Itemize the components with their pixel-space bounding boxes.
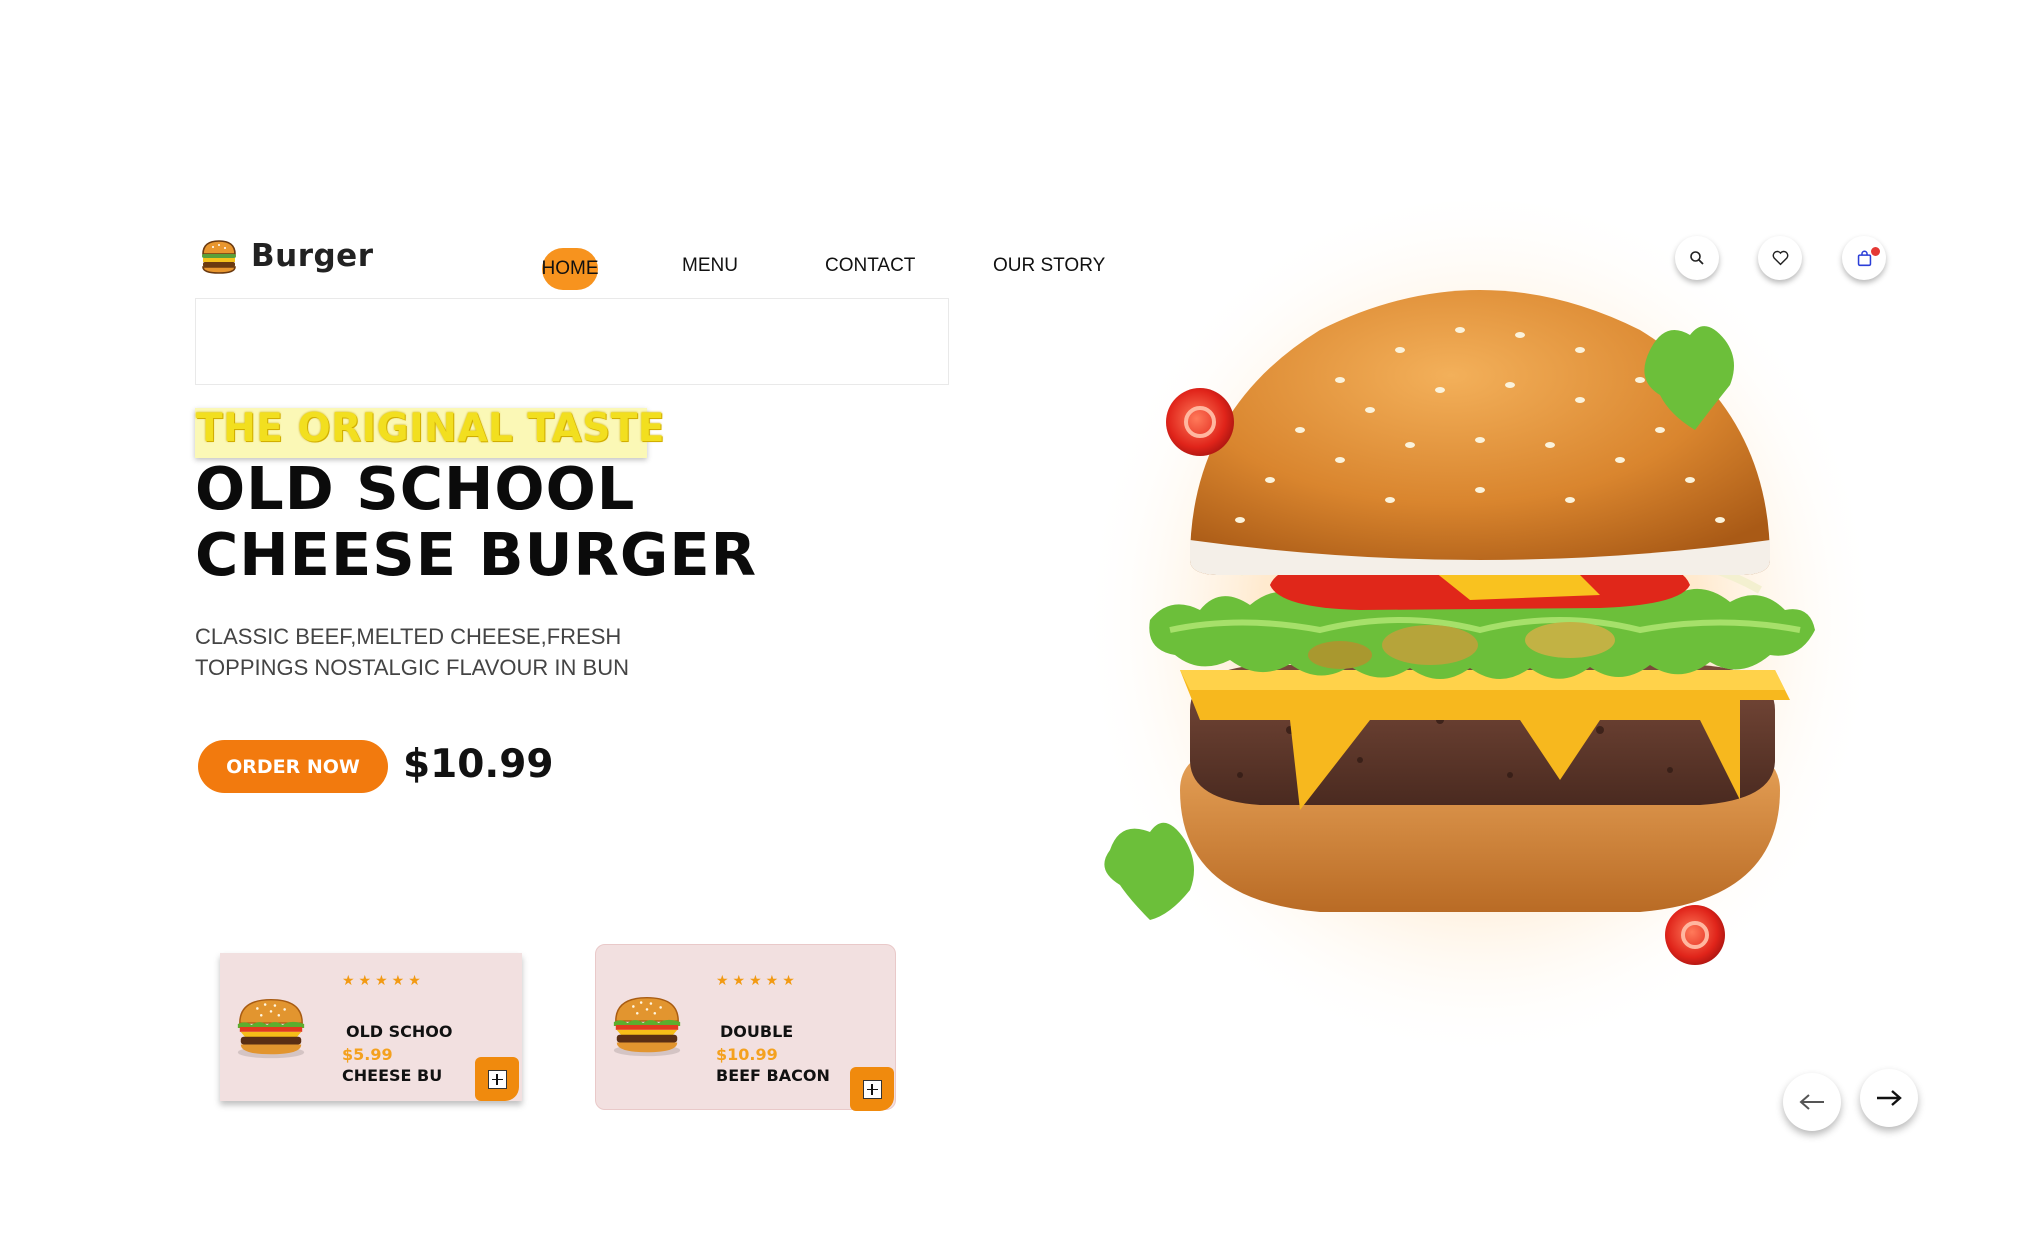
carousel-prev-button[interactable]	[1783, 1073, 1841, 1131]
hero-title: OLD SCHOOL CHEESE BURGER	[195, 456, 757, 588]
product-name-line-1: DOUBLE	[720, 1022, 794, 1041]
tomato-garnish	[1665, 905, 1725, 965]
hero-tagline: THE ORIGINAL TASTE	[196, 406, 666, 451]
hero-title-line-1: OLD SCHOOL	[195, 454, 636, 523]
nav-contact[interactable]: CONTACT	[825, 255, 915, 277]
hero-burger-image	[1080, 200, 1880, 1080]
hero-description-line-1: CLASSIC BEEF,MELTED CHEESE,FRESH	[195, 624, 622, 649]
brand-logo[interactable]: Burger	[199, 236, 374, 276]
burger-icon	[202, 240, 236, 274]
nav-home[interactable]: HOME	[542, 248, 599, 290]
carousel-next-button[interactable]	[1860, 1069, 1918, 1127]
tomato-garnish	[1166, 388, 1234, 456]
product-price: $5.99	[342, 1045, 393, 1064]
burger-image	[613, 996, 681, 1057]
star-rating: ★★★★★	[342, 973, 425, 989]
product-price: $10.99	[716, 1045, 778, 1064]
product-name-line-2: CHEESE BU	[342, 1066, 443, 1085]
hero-title-line-2: CHEESE BURGER	[195, 520, 758, 589]
burger-image	[237, 998, 305, 1059]
product-name-line-1: OLD SCHOO	[346, 1022, 453, 1041]
star-rating: ★★★★★	[716, 973, 799, 989]
product-card[interactable]: ★★★★★ DOUBLE BEEF BACON $10.99	[595, 944, 896, 1111]
add-to-cart-button[interactable]	[850, 1067, 894, 1111]
nav-menu[interactable]: MENU	[682, 255, 738, 277]
add-to-cart-button[interactable]	[475, 1057, 519, 1101]
product-card[interactable]: ★★★★★ OLD SCHOO CHEESE BU $5.99	[220, 953, 522, 1101]
hero-description-line-2: TOPPINGS NOSTALGIC FLAVOUR IN BUN	[195, 655, 629, 680]
arrow-left-icon	[1799, 1094, 1824, 1110]
hero-description: CLASSIC BEEF,MELTED CHEESE,FRESH TOPPING…	[195, 621, 715, 683]
plus-icon	[862, 1079, 882, 1099]
order-now-button[interactable]: ORDER NOW	[198, 740, 388, 793]
arrow-right-icon	[1877, 1090, 1902, 1106]
plus-icon	[487, 1069, 507, 1089]
brand-name: Burger	[251, 238, 374, 274]
hero-price: $10.99	[403, 742, 554, 787]
product-name-line-2: BEEF BACON	[716, 1066, 830, 1085]
search-box[interactable]	[195, 298, 949, 385]
